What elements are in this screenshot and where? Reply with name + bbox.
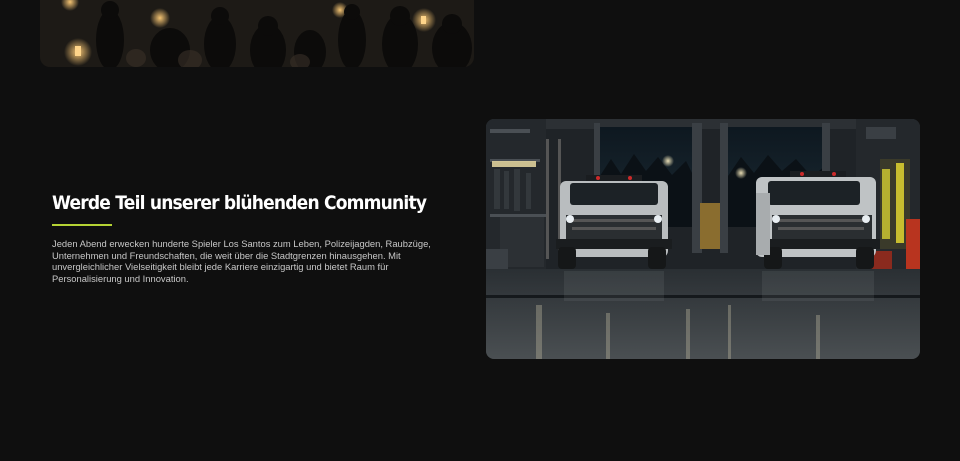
crowd-lanterns-image — [40, 0, 474, 67]
community-section: Werde Teil unserer blühenden Community J… — [52, 190, 452, 284]
title-accent-underline — [52, 224, 112, 226]
section-title: Werde Teil unserer blühenden Community — [52, 192, 427, 214]
section-description: Jeden Abend erwecken hunderte Spieler Lo… — [52, 238, 431, 284]
garage-trucks-image — [486, 119, 920, 359]
